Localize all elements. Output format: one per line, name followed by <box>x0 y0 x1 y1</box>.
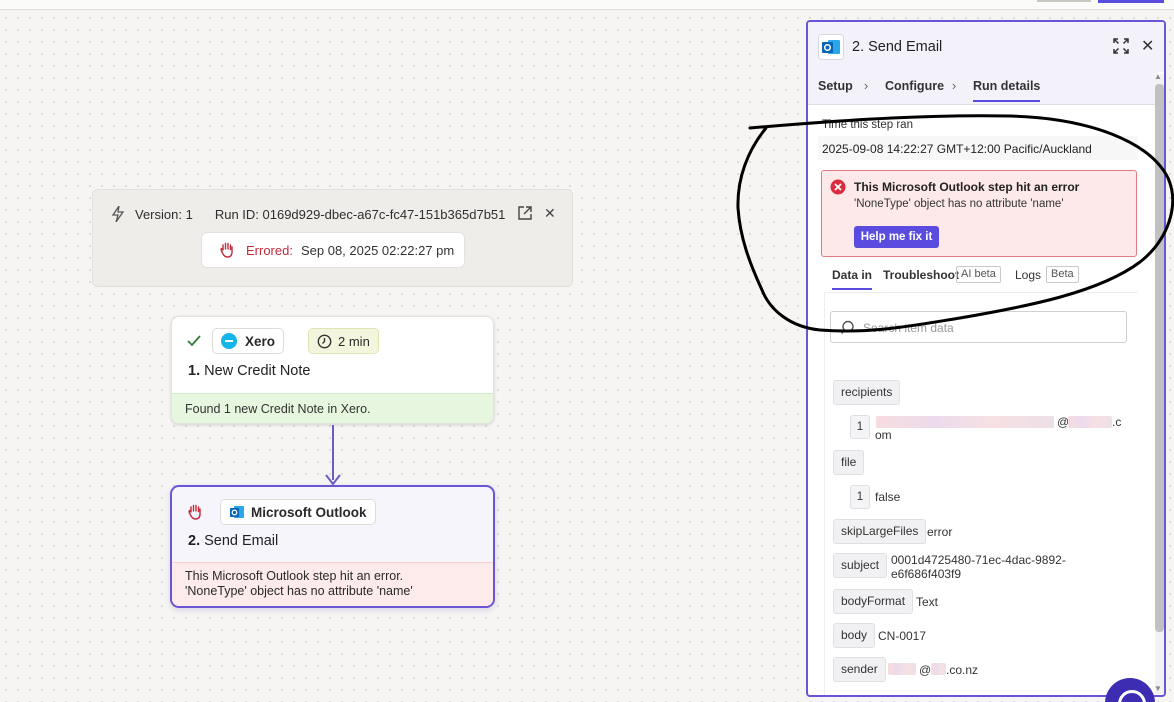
field-key-sender[interactable]: sender <box>833 657 886 682</box>
outlook-logo-icon <box>818 34 844 60</box>
redacted-value <box>1068 416 1112 428</box>
hand-stop-icon <box>220 242 233 258</box>
toolbar-primary-button[interactable] <box>1098 0 1164 3</box>
scroll-down-icon[interactable]: ▼ <box>1154 684 1162 693</box>
error-alert: This Microsoft Outlook step hit an error… <box>821 170 1137 257</box>
field-key-subject[interactable]: subject <box>833 553 888 578</box>
step-card-1[interactable]: Xero 2 min 1. New Credit Note Found 1 new… <box>171 316 494 424</box>
hand-stop-icon <box>188 504 201 520</box>
field-key-file[interactable]: file <box>833 450 865 475</box>
step-title: 1. New Credit Note <box>188 363 310 379</box>
clock-icon <box>317 334 332 348</box>
run-status-pill: Errored: Sep 08, 2025 02:22:27 pm <box>201 232 465 268</box>
search-icon <box>840 320 854 334</box>
tab-run-details[interactable]: Run details <box>973 79 1041 102</box>
external-link-icon[interactable] <box>518 206 532 220</box>
panel-tabs: Setup › Configure › Run details <box>808 72 1158 105</box>
bolt-icon <box>111 206 125 222</box>
step-name: Send Email <box>204 533 279 549</box>
field-key-recipients[interactable]: recipients <box>833 380 901 405</box>
step-card-2[interactable]: Microsoft Outlook 2. Send Email This Micr… <box>170 485 495 608</box>
field-index: 1 <box>850 415 870 439</box>
panel-header: 2. Send Email ✕ <box>808 22 1164 72</box>
run-info-card: Version: 1 Run ID: 0169d929-dbec-a67c-fc… <box>92 189 573 287</box>
time-ran-label: Time this step ran <box>822 119 913 131</box>
field-value: Text <box>916 595 939 609</box>
app-chip-outlook: Microsoft Outlook <box>220 499 376 525</box>
toolbar-button[interactable] <box>1037 0 1091 2</box>
top-toolbar <box>0 0 1174 10</box>
duration-chip: 2 min <box>308 328 379 354</box>
step-name: New Credit Note <box>204 363 311 379</box>
xero-logo-icon <box>221 333 237 349</box>
step-header: Xero 2 min <box>186 328 379 354</box>
tab-setup[interactable]: Setup <box>818 79 853 93</box>
redacted-value <box>876 416 1054 428</box>
status-time: Sep 08, 2025 02:22:27 pm <box>300 242 455 258</box>
app-chip-xero: Xero <box>212 328 285 354</box>
tab-data-in[interactable]: Data in <box>832 268 873 290</box>
field-key-body[interactable]: body <box>833 623 876 648</box>
field-value: false <box>875 490 901 504</box>
redacted-value <box>888 663 916 675</box>
time-ran-value: 2025-09-08 14:22:27 GMT+12:00 Pacific/Au… <box>818 136 1138 160</box>
field-value: .c <box>1112 415 1122 429</box>
field-value: error <box>927 525 953 539</box>
step-error-line2: 'NoneType' object has no attribute 'name… <box>185 584 413 598</box>
search-input[interactable] <box>863 319 1113 337</box>
error-message: 'NoneType' object has no attribute 'name… <box>854 198 1064 210</box>
status-label: Errored: <box>246 242 293 258</box>
chevron-right-icon: › <box>952 79 957 93</box>
error-x-icon <box>830 179 846 195</box>
expand-icon[interactable] <box>1113 38 1129 54</box>
step-header: Microsoft Outlook <box>186 499 376 525</box>
tab-logs[interactable]: Logs <box>1015 268 1041 282</box>
step-connector <box>332 425 334 480</box>
redacted-value <box>931 663 946 675</box>
field-value: om <box>875 428 892 442</box>
field-value: 0001d4725480-71ec-4dac-9892- <box>891 553 1066 567</box>
help-me-fix-button[interactable]: Help me fix it <box>854 226 939 248</box>
step-number: 1. <box>188 363 201 379</box>
app-name: Microsoft Outlook <box>251 504 367 520</box>
data-tabs: Data in Troubleshoot AI beta Logs Beta <box>821 266 1141 292</box>
step-error-line1: This Microsoft Outlook step hit an error… <box>185 569 404 583</box>
field-value: .co.nz <box>946 663 979 677</box>
close-icon[interactable]: ✕ <box>544 205 556 222</box>
field-index: 1 <box>850 485 870 509</box>
scrollbar-thumb[interactable] <box>1155 84 1164 632</box>
field-key-skiplargefiles[interactable]: skipLargeFiles <box>833 519 927 544</box>
close-icon[interactable]: ✕ <box>1141 36 1154 56</box>
app-name: Xero <box>245 333 276 349</box>
beta-badge: Beta <box>1046 266 1079 283</box>
tab-troubleshoot[interactable]: Troubleshoot <box>883 268 959 282</box>
field-value: @ <box>919 663 932 677</box>
outlook-logo-icon <box>230 506 244 518</box>
check-icon <box>187 335 201 347</box>
field-key-bodyformat[interactable]: bodyFormat <box>833 589 914 614</box>
step-title: 2. Send Email <box>188 533 278 549</box>
field-value: CN-0017 <box>878 629 927 643</box>
step-result: Found 1 new Credit Note in Xero. <box>172 393 493 423</box>
field-value: e6f686f403f9 <box>891 567 962 581</box>
run-info-row: Version: 1 Run ID: 0169d929-dbec-a67c-fc… <box>111 206 505 222</box>
panel-title: 2. Send Email <box>852 39 943 55</box>
chevron-right-icon: › <box>864 79 869 93</box>
error-heading: This Microsoft Outlook step hit an error <box>854 180 1080 194</box>
tab-configure[interactable]: Configure <box>885 79 944 93</box>
step-error: This Microsoft Outlook step hit an error… <box>172 562 493 606</box>
duration-value: 2 min <box>338 333 370 349</box>
scroll-up-icon[interactable]: ▲ <box>1154 72 1162 81</box>
search-field[interactable] <box>830 311 1127 343</box>
run-id-label: Run ID: 0169d929-dbec-a67c-fc47-151b365d… <box>214 206 506 222</box>
ai-beta-badge: AI beta <box>956 266 1001 283</box>
version-label: Version: 1 <box>135 206 193 222</box>
step-number: 2. <box>188 533 201 549</box>
